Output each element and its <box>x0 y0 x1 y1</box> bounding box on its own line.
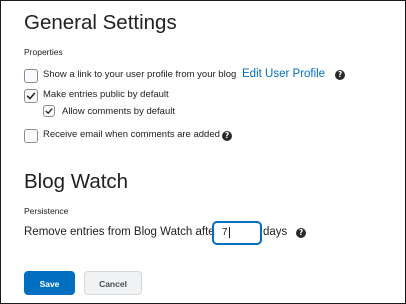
days-input[interactable]: 7 <box>213 222 261 244</box>
allow-comments-checkbox[interactable] <box>43 105 55 117</box>
help-icon[interactable]: ? <box>222 131 232 141</box>
general-settings-heading: General Settings <box>24 11 177 34</box>
receive-email-label: Receive email when comments are added <box>43 129 220 140</box>
properties-label: Properties <box>24 47 63 57</box>
make-public-checkbox[interactable] <box>24 89 38 103</box>
help-icon[interactable]: ? <box>296 228 306 238</box>
blog-watch-heading: Blog Watch <box>24 170 129 193</box>
show-profile-link-checkbox[interactable] <box>24 69 38 83</box>
settings-panel <box>0 0 406 304</box>
text-cursor <box>228 226 230 238</box>
save-button[interactable]: Save <box>24 271 75 295</box>
edit-user-profile-link[interactable]: Edit User Profile <box>242 68 325 81</box>
days-unit-label: days <box>263 226 288 238</box>
help-icon[interactable]: ? <box>335 70 345 80</box>
checkmark-icon <box>45 108 53 114</box>
cancel-button[interactable]: Cancel <box>84 271 142 295</box>
persistence-label: Persistence <box>24 206 69 216</box>
show-profile-link-label: Show a link to your user profile from yo… <box>43 69 237 80</box>
remove-entries-label: Remove entries from Blog Watch after <box>24 226 219 238</box>
receive-email-checkbox[interactable] <box>24 129 38 143</box>
checkmark-icon <box>26 92 36 100</box>
allow-comments-label: Allow comments by default <box>62 106 175 117</box>
make-public-label: Make entries public by default <box>43 89 169 100</box>
